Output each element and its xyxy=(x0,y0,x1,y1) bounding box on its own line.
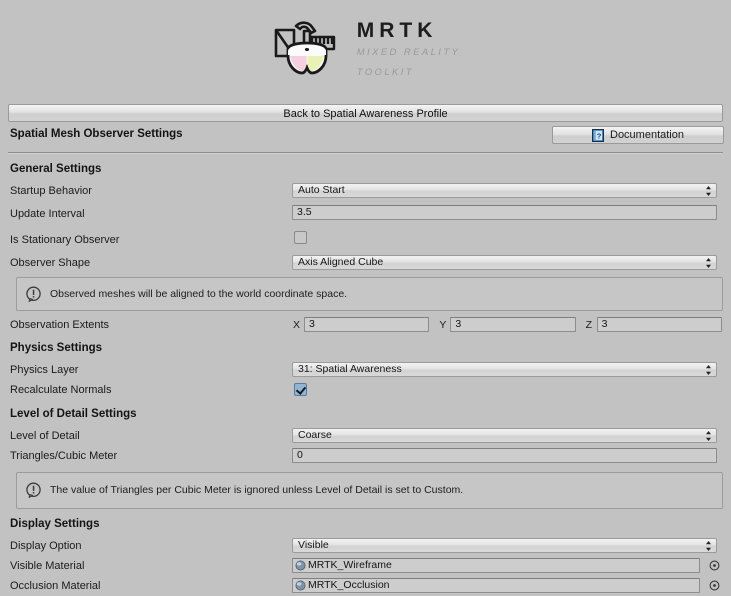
visible-material-field: MRTK_Wireframe xyxy=(292,556,731,576)
triangles-per-cubic-meter-label: Triangles/Cubic Meter xyxy=(10,450,118,462)
row-update-interval: Update Interval 3.5 xyxy=(0,201,731,227)
update-interval-label: Update Interval xyxy=(10,208,85,220)
observer-shape-dropdown[interactable]: Axis Aligned Cube xyxy=(292,255,717,270)
lod-info-text: The value of Triangles per Cubic Meter i… xyxy=(50,484,464,497)
observer-shape-label: Observer Shape xyxy=(10,257,91,269)
general-settings-heading: General Settings xyxy=(10,163,102,175)
occlusion-material-object-field[interactable]: MRTK_Occlusion xyxy=(292,578,700,593)
is-stationary-observer-field xyxy=(292,227,731,253)
display-option-dropdown[interactable]: Visible xyxy=(292,538,717,553)
updown-arrows-icon xyxy=(706,541,711,551)
startup-behavior-dropdown[interactable]: Auto Start xyxy=(292,183,717,198)
update-interval-field: 3.5 xyxy=(292,201,731,227)
mrtk-subtitle-line2: TOOLKIT xyxy=(356,66,415,78)
extent-axis-x-label: X xyxy=(293,318,301,331)
documentation-button-label: Documentation xyxy=(610,129,684,141)
material-sphere-icon xyxy=(295,580,306,591)
row-observation-extents: Observation Extents X 3 Y 3 Z 3 xyxy=(0,315,731,335)
mrtk-logo-wordmark: MRTK MIXED REALITY TOOLKIT xyxy=(357,20,461,80)
observer-shape-value: Axis Aligned Cube xyxy=(298,256,384,268)
extent-axis-y-label: Y xyxy=(439,318,447,331)
lod-info-box: The value of Triangles per Cubic Meter i… xyxy=(16,472,723,509)
observation-extents-field: X 3 Y 3 Z 3 xyxy=(292,315,731,335)
occlusion-material-value: MRTK_Occlusion xyxy=(308,579,390,591)
updown-arrows-icon xyxy=(706,431,711,441)
level-of-detail-label: Level of Detail xyxy=(10,430,80,442)
row-triangles-per-cubic-meter: Triangles/Cubic Meter 0 xyxy=(0,446,731,466)
level-of-detail-field: Coarse xyxy=(292,426,731,446)
extent-axis-z-label: Z xyxy=(585,318,593,331)
update-interval-input[interactable]: 3.5 xyxy=(292,205,717,220)
row-recalculate-normals: Recalculate Normals xyxy=(0,380,731,400)
extent-x-input[interactable]: 3 xyxy=(304,317,430,332)
visible-material-label: Visible Material xyxy=(10,560,85,572)
documentation-button[interactable]: ? Documentation xyxy=(552,126,724,144)
back-to-spatial-awareness-profile-button[interactable]: Back to Spatial Awareness Profile xyxy=(8,104,723,122)
physics-layer-value: 31: Spatial Awareness xyxy=(298,363,402,375)
row-observer-shape: Observer Shape Axis Aligned Cube xyxy=(0,253,731,273)
row-level-of-detail: Level of Detail Coarse xyxy=(0,426,731,446)
display-option-field: Visible xyxy=(292,536,731,556)
observer-shape-info-text: Observed meshes will be aligned to the w… xyxy=(50,287,348,300)
physics-settings-heading: Physics Settings xyxy=(10,342,103,354)
row-physics-layer: Physics Layer 31: Spatial Awareness xyxy=(0,360,731,380)
visible-material-object-field[interactable]: MRTK_Wireframe xyxy=(292,558,700,573)
observer-shape-field: Axis Aligned Cube xyxy=(292,253,731,273)
updown-arrows-icon xyxy=(706,258,711,268)
triangles-per-cubic-meter-input[interactable]: 0 xyxy=(292,448,717,463)
mrtk-subtitle-line1: MIXED REALITY xyxy=(356,46,461,58)
row-is-stationary-observer: Is Stationary Observer xyxy=(0,227,731,253)
updown-arrows-icon xyxy=(706,186,711,196)
recalculate-normals-field xyxy=(292,380,731,400)
row-startup-behavior: Startup Behavior Auto Start xyxy=(0,181,731,201)
level-of-detail-dropdown[interactable]: Coarse xyxy=(292,428,717,443)
object-picker-icon[interactable] xyxy=(709,580,720,591)
object-picker-icon[interactable] xyxy=(709,560,720,571)
info-bubble-icon xyxy=(26,482,41,498)
occlusion-material-label: Occlusion Material xyxy=(10,580,101,592)
startup-behavior-value: Auto Start xyxy=(298,184,345,196)
recalculate-normals-checkbox[interactable] xyxy=(294,383,307,396)
is-stationary-observer-checkbox[interactable] xyxy=(294,231,307,244)
startup-behavior-label: Startup Behavior xyxy=(10,185,92,197)
svg-text:?: ? xyxy=(597,131,602,140)
occlusion-material-field: MRTK_Occlusion xyxy=(292,576,731,596)
info-bubble-icon xyxy=(26,286,41,302)
recalculate-normals-label: Recalculate Normals xyxy=(10,384,112,396)
mrtk-title: MRTK xyxy=(356,18,438,42)
row-occlusion-material: Occlusion Material MRTK_Occlusion xyxy=(0,576,731,596)
triangles-per-cubic-meter-field: 0 xyxy=(292,446,731,466)
mrtk-logo: MRTK MIXED REALITY TOOLKIT xyxy=(0,0,731,98)
physics-layer-field: 31: Spatial Awareness xyxy=(292,360,731,380)
visible-material-value: MRTK_Wireframe xyxy=(308,559,392,571)
display-option-label: Display Option xyxy=(10,540,82,552)
updown-arrows-icon xyxy=(706,365,711,375)
physics-layer-dropdown[interactable]: 31: Spatial Awareness xyxy=(292,362,717,377)
material-sphere-icon xyxy=(295,560,306,571)
help-book-icon: ? xyxy=(592,128,604,142)
row-visible-material: Visible Material MRTK_Wireframe xyxy=(0,556,731,576)
startup-behavior-field: Auto Start xyxy=(292,181,731,201)
page-title: Spatial Mesh Observer Settings xyxy=(10,128,183,140)
physics-layer-label: Physics Layer xyxy=(10,364,79,376)
lod-settings-heading: Level of Detail Settings xyxy=(10,408,137,420)
display-option-value: Visible xyxy=(298,539,329,551)
extent-z-input[interactable]: 3 xyxy=(596,317,722,332)
observer-shape-info-box: Observed meshes will be aligned to the w… xyxy=(16,277,723,311)
level-of-detail-value: Coarse xyxy=(298,429,332,441)
page-header: Spatial Mesh Observer Settings ? Documen… xyxy=(0,126,731,148)
header-divider xyxy=(8,152,723,154)
display-settings-heading: Display Settings xyxy=(10,518,100,530)
mrtk-logo-icon xyxy=(274,21,335,75)
spatial-mesh-observer-inspector: MRTK MIXED REALITY TOOLKIT Back to Spati… xyxy=(0,0,731,593)
row-display-option: Display Option Visible xyxy=(0,536,731,556)
observation-extents-vector3: X 3 Y 3 Z 3 xyxy=(292,317,722,332)
observation-extents-label: Observation Extents xyxy=(10,319,110,331)
is-stationary-observer-label: Is Stationary Observer xyxy=(10,234,120,246)
settings-content: General Settings Startup Behavior Auto S… xyxy=(0,160,731,596)
extent-y-input[interactable]: 3 xyxy=(450,317,576,332)
